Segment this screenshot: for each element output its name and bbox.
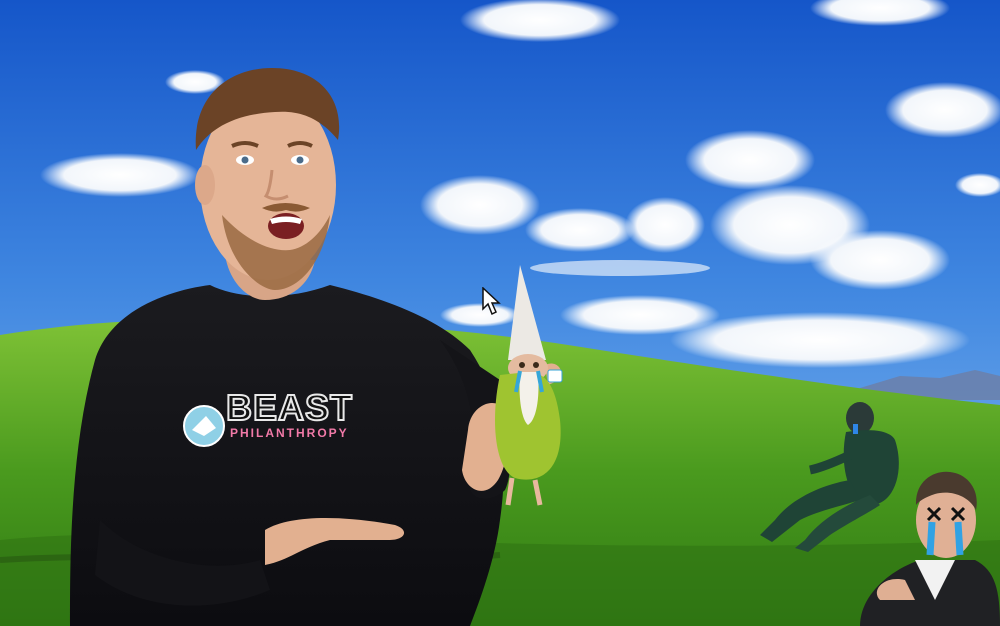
meme-scene: BEAST PHILANTHROPY [0, 0, 1000, 626]
mouse-pointer-icon [482, 287, 501, 316]
